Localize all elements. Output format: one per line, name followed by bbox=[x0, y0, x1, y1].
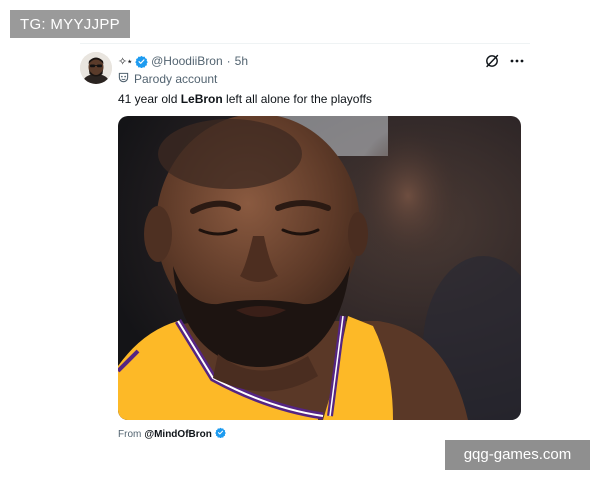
from-label: From bbox=[118, 428, 142, 440]
author-handle[interactable]: @HoodiiBron bbox=[151, 54, 223, 68]
media-attribution: From @MindOfBron bbox=[118, 427, 226, 441]
tweet-text-end: left all alone for the playoffs bbox=[222, 92, 372, 106]
tweet-text-start: 41 year old bbox=[118, 92, 181, 106]
avatar[interactable] bbox=[80, 52, 112, 84]
avatar-image bbox=[80, 52, 112, 84]
parody-mask-icon bbox=[118, 72, 129, 86]
tweet-text: 41 year old LeBron left all alone for th… bbox=[118, 92, 372, 106]
watermark-bottom: gqg-games.com bbox=[445, 440, 590, 470]
sparkles-icon: ✧⋆ bbox=[118, 55, 133, 68]
watermark-top: TG: MYYJJPP bbox=[10, 10, 130, 38]
from-handle-link[interactable]: @MindOfBron bbox=[144, 429, 212, 440]
tweet-timestamp[interactable]: 5h bbox=[235, 54, 248, 68]
tweet-text-bold: LeBron bbox=[180, 92, 223, 106]
separator-dot: · bbox=[226, 54, 231, 68]
parody-label-row: Parody account bbox=[118, 72, 217, 86]
verified-badge-icon bbox=[135, 55, 148, 68]
tweet-actions bbox=[484, 53, 525, 69]
more-icon[interactable] bbox=[509, 53, 525, 69]
grok-icon[interactable] bbox=[484, 53, 500, 69]
verified-badge-icon bbox=[215, 427, 226, 441]
tweet-media-image[interactable] bbox=[118, 116, 521, 420]
tweet-header: ✧⋆ @HoodiiBron · 5h bbox=[118, 53, 248, 69]
divider bbox=[80, 43, 530, 44]
parody-label: Parody account bbox=[134, 72, 218, 86]
